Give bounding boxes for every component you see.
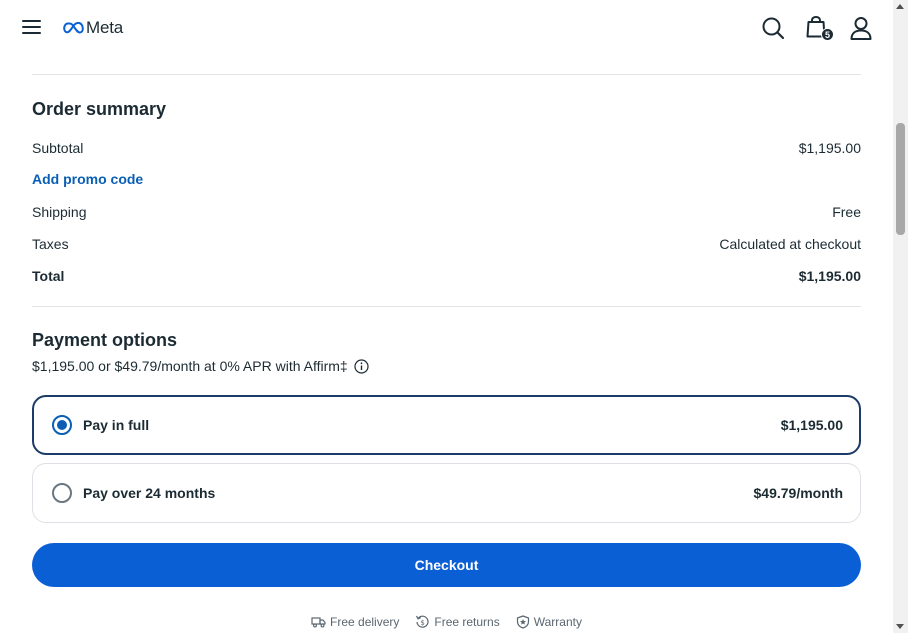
payment-options-title: Payment options — [32, 330, 178, 350]
shield-icon — [516, 614, 529, 629]
returns-icon: $ — [416, 615, 429, 628]
pay-in-full-radio[interactable] — [52, 415, 72, 435]
taxes-label: Taxes — [32, 236, 69, 252]
info-icon[interactable] — [354, 358, 369, 374]
divider-top — [32, 74, 861, 75]
affirm-apr-line: $1,195.00 or $49.79/month at 0% APR with… — [32, 358, 369, 374]
checkout-button[interactable]: Checkout — [32, 543, 861, 587]
divider-middle — [32, 306, 861, 307]
shipping-row: Shipping Free — [32, 202, 861, 222]
pay-over-24-months-price: $49.79/month — [753, 485, 843, 501]
shopping-bag-icon[interactable]: 5 — [805, 15, 834, 41]
svg-text:$: $ — [421, 619, 425, 627]
brand-name: Meta — [86, 18, 123, 37]
truck-icon — [311, 616, 326, 627]
perk-delivery-label: Free delivery — [330, 614, 400, 629]
account-icon[interactable] — [848, 15, 874, 41]
pay-over-24-months-option[interactable]: Pay over 24 months $49.79/month — [32, 463, 861, 523]
taxes-row: Taxes Calculated at checkout — [32, 234, 861, 254]
perks-row: Free delivery $ Free returns Warranty — [0, 614, 893, 629]
pay-in-full-option[interactable]: Pay in full $1,195.00 — [32, 395, 861, 455]
total-label: Total — [32, 268, 65, 284]
scroll-down-icon[interactable] — [896, 624, 904, 629]
taxes-value: Calculated at checkout — [719, 236, 861, 252]
menu-icon[interactable] — [22, 18, 42, 36]
scrollbar-thumb[interactable] — [896, 123, 905, 235]
top-header: Meta 5 — [0, 0, 893, 56]
perk-warranty-label: Warranty — [533, 614, 582, 629]
cart-count-badge: 5 — [821, 28, 834, 41]
apr-text: $1,195.00 or $49.79/month at 0% APR with… — [32, 358, 348, 374]
search-icon[interactable] — [760, 15, 786, 41]
pay-in-full-price: $1,195.00 — [780, 417, 843, 433]
perk-free-returns: $ Free returns — [415, 614, 500, 629]
subtotal-label: Subtotal — [32, 140, 84, 156]
shipping-value: Free — [832, 204, 861, 220]
meta-logo[interactable]: Meta — [63, 17, 123, 39]
total-value: $1,195.00 — [798, 268, 861, 284]
shipping-label: Shipping — [32, 204, 87, 220]
pay-over-24-months-radio[interactable] — [52, 483, 72, 503]
subtotal-row: Subtotal $1,195.00 — [32, 138, 861, 158]
pay-in-full-label: Pay in full — [83, 417, 150, 433]
pay-over-24-months-label: Pay over 24 months — [83, 485, 216, 501]
scroll-up-icon[interactable] — [896, 4, 904, 9]
subtotal-value: $1,195.00 — [798, 140, 861, 156]
add-promo-code-link[interactable]: Add promo code — [32, 171, 143, 187]
order-summary-title: Order summary — [32, 99, 167, 119]
meta-infinity-icon — [63, 22, 84, 34]
vertical-scrollbar[interactable] — [893, 0, 908, 633]
perk-warranty: Warranty — [516, 614, 582, 629]
perk-free-delivery: Free delivery — [311, 614, 399, 629]
perk-returns-label: Free returns — [434, 614, 500, 629]
total-row: Total $1,195.00 — [32, 266, 861, 286]
checkout-page: Meta 5 Order summary Subtotal $1,195.00 … — [0, 0, 893, 633]
